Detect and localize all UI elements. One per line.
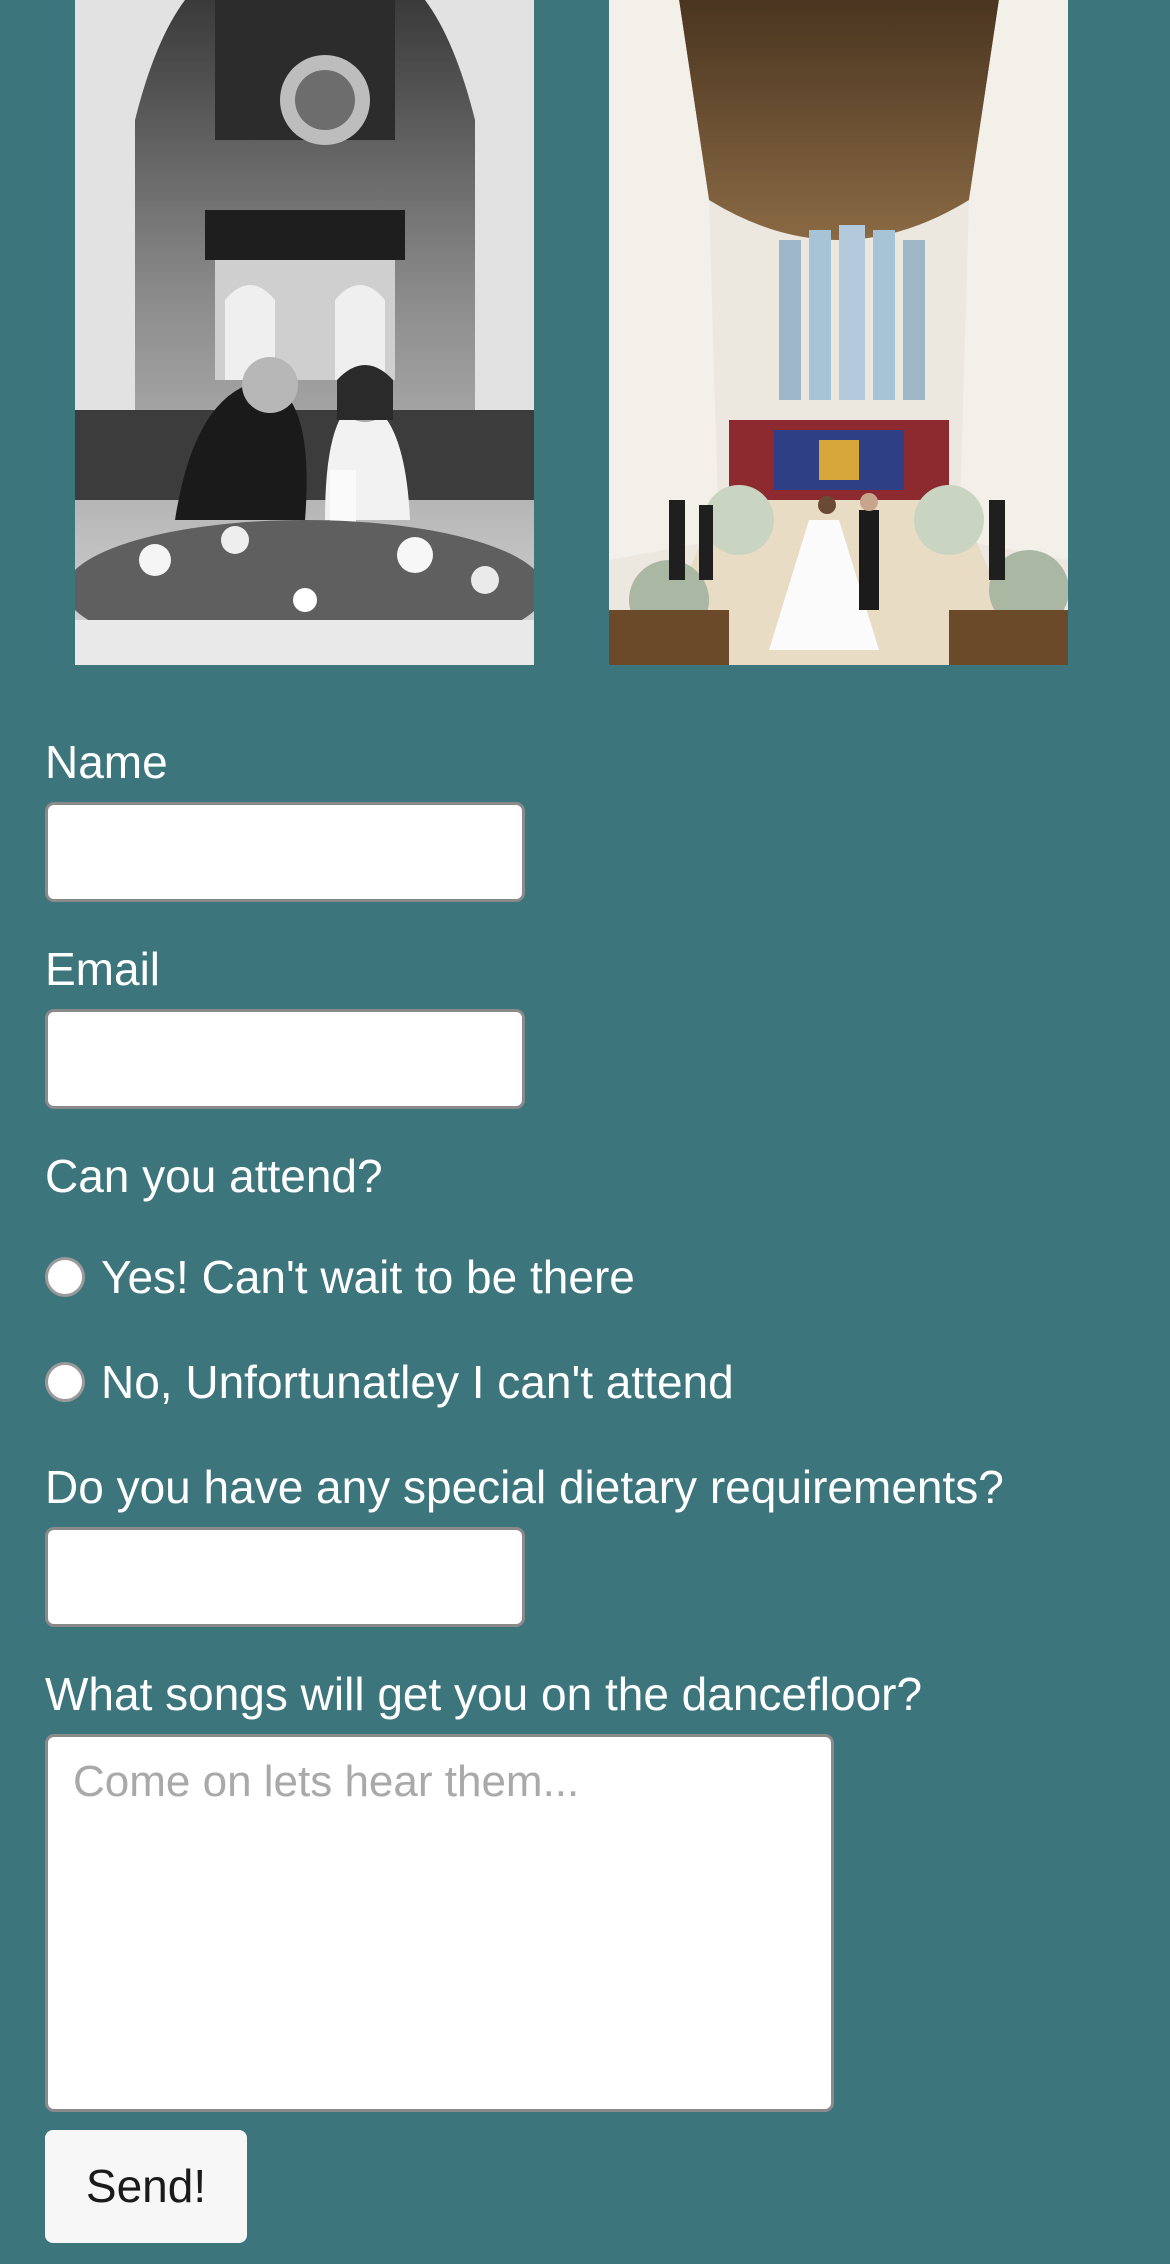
name-input[interactable] <box>45 802 525 902</box>
attend-option-yes-label: Yes! Can't wait to be there <box>101 1251 635 1303</box>
attend-option-no-label: No, Unfortunatley I can't attend <box>101 1356 734 1408</box>
dietary-input[interactable] <box>45 1527 525 1627</box>
ceremony-candle-photo <box>75 0 534 665</box>
attend-label: Can you attend? <box>45 1150 383 1202</box>
send-button[interactable]: Send! <box>45 2130 247 2243</box>
attend-option-no[interactable]: No, Unfortunatley I can't attend <box>45 1354 734 1410</box>
attend-option-yes[interactable]: Yes! Can't wait to be there <box>45 1249 635 1305</box>
email-input[interactable] <box>45 1009 525 1109</box>
name-label: Name <box>45 736 168 788</box>
dietary-label: Do you have any special dietary requirem… <box>45 1461 1004 1513</box>
church-altar-photo <box>609 0 1068 665</box>
songs-textarea[interactable]: Come on lets hear them... <box>45 1734 834 2112</box>
songs-placeholder: Come on lets hear them... <box>73 1757 580 1806</box>
radio-yes[interactable] <box>45 1257 85 1297</box>
songs-label: What songs will get you on the dancefloo… <box>45 1668 923 1720</box>
email-label: Email <box>45 943 161 995</box>
radio-no[interactable] <box>45 1362 85 1402</box>
